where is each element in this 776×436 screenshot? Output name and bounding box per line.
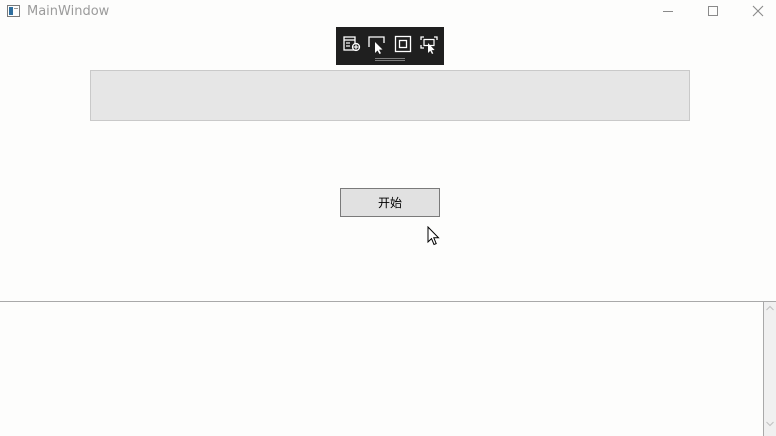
select-element-icon [368, 36, 385, 54]
vertical-scrollbar[interactable] [763, 302, 776, 436]
select-element-button[interactable] [367, 34, 387, 54]
track-focused-element-button[interactable] [419, 34, 439, 54]
live-visual-tree-button[interactable] [342, 34, 362, 54]
scroll-up-icon[interactable] [766, 305, 774, 311]
minimize-button[interactable] [646, 0, 691, 24]
title-bar[interactable]: MainWindow [0, 0, 776, 24]
maximize-button[interactable] [691, 0, 736, 24]
mouse-cursor-icon [427, 226, 440, 246]
text-display-box[interactable] [90, 70, 690, 121]
minimize-icon [663, 11, 673, 12]
toolbar-grip[interactable] [375, 58, 405, 61]
live-visual-tree-icon [343, 36, 361, 52]
display-layout-adorners-icon [394, 35, 412, 53]
close-button[interactable] [736, 0, 776, 24]
close-icon [752, 5, 764, 17]
track-focused-element-icon [420, 36, 438, 54]
debug-toolbar [336, 27, 444, 65]
display-layout-adorners-button[interactable] [393, 34, 413, 54]
window-title: MainWindow [27, 4, 110, 19]
maximize-icon [708, 6, 718, 16]
start-button[interactable]: 开始 [340, 188, 440, 217]
main-window: MainWindow 开始 [0, 0, 776, 436]
scroll-down-icon[interactable] [766, 421, 774, 427]
output-text-area[interactable] [0, 301, 776, 436]
app-icon [7, 5, 20, 17]
